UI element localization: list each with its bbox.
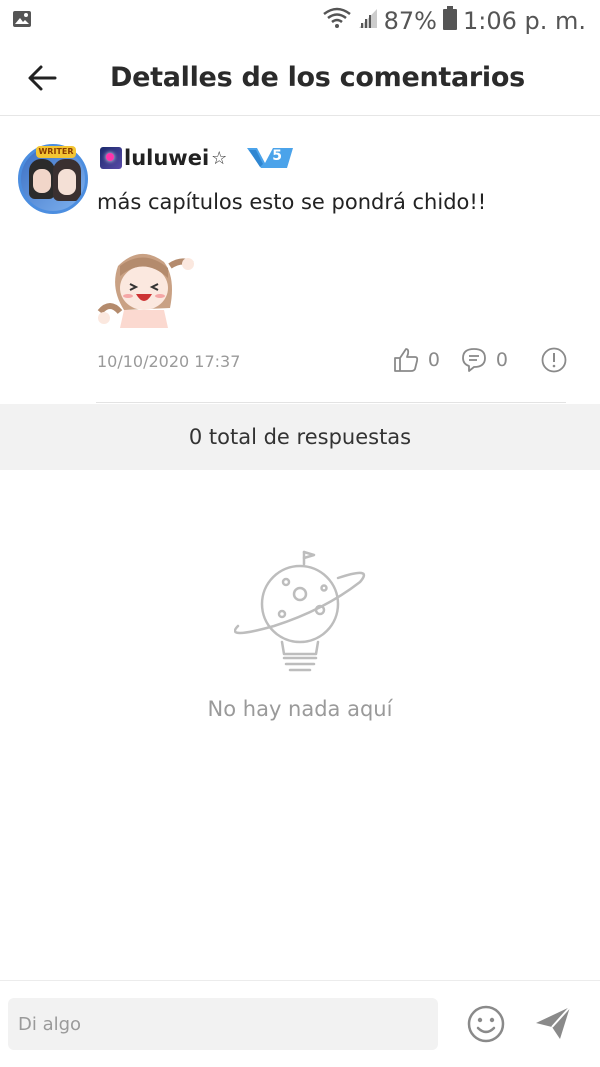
level-number: 5 [272,148,283,164]
thumbs-up-icon [393,348,418,372]
like-button[interactable]: 0 [392,346,440,374]
app-header: Detalles de los comentarios [0,42,600,116]
signal-icon [358,7,378,35]
like-count: 0 [427,349,440,371]
comment-timestamp: 10/10/2020 17:37 [97,352,241,371]
comment-composer [0,980,600,1067]
level-badge: 5 [247,147,295,169]
comment-text: más capítulos esto se pondrá chido!! [97,190,487,214]
divider [96,402,566,403]
battery-percent: 87% [383,7,437,35]
gallery-icon [12,10,32,33]
send-icon [536,1006,571,1039]
user-title-icon [100,147,122,169]
wifi-icon [322,7,352,35]
avatar-frame-badge: WRITER [36,146,76,158]
battery-icon [442,6,457,36]
star-icon: ☆ [211,147,228,168]
alert-circle-icon [541,347,567,373]
chat-bubble-icon [462,348,486,372]
status-time: 1:06 p. m. [462,7,586,35]
reply-button[interactable]: 0 [460,346,508,374]
arrow-left-icon [28,65,57,91]
smiley-icon [467,1005,505,1043]
page-title: Detalles de los comentarios [110,62,525,93]
emoji-button[interactable] [466,1004,506,1044]
username[interactable]: luluwei [124,146,209,170]
empty-state-message: No hay nada aquí [207,697,393,721]
comment-actions: 0 0 [372,346,568,374]
replies-count-label: 0 total de respuestas [188,425,412,449]
sticker-image[interactable] [96,248,198,332]
status-bar: 87% 1:06 p. m. [0,0,600,42]
send-button[interactable] [532,1003,574,1043]
report-button[interactable] [540,346,568,374]
replies-summary-bar: 0 total de respuestas [0,404,600,470]
empty-planet-lightbulb-icon [233,548,366,678]
comment-card: WRITER luluwei ☆ 5 más capítulos esto se… [0,116,600,404]
comment-input[interactable] [8,998,438,1050]
reply-count: 0 [495,349,508,371]
username-row[interactable]: luluwei ☆ 5 [100,146,295,170]
back-button[interactable] [22,60,62,96]
